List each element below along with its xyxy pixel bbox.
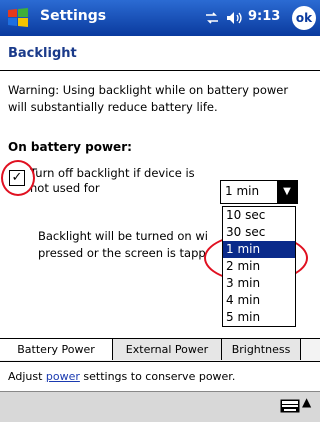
dropdown-arrow-icon[interactable]: ▼: [277, 181, 297, 203]
tab-external-power[interactable]: External Power: [113, 339, 222, 360]
input-menu-arrow-icon[interactable]: ▲: [302, 395, 311, 409]
hint-suffix: settings to conserve power.: [79, 370, 236, 383]
annotation-circle-checkbox: [1, 160, 35, 196]
select-value: 1 min: [225, 184, 260, 198]
dropdown-option[interactable]: 30 sec: [223, 224, 295, 241]
ok-button[interactable]: ok: [292, 6, 316, 30]
keyboard-icon[interactable]: [280, 399, 300, 413]
tab-bar: Battery Power External Power Brightness: [0, 338, 320, 361]
dropdown-option[interactable]: 4 min: [223, 292, 295, 309]
hint-bar: Adjust power settings to conserve power.: [0, 361, 320, 392]
dropdown-option[interactable]: 2 min: [223, 258, 295, 275]
power-link[interactable]: power: [46, 370, 80, 383]
dropdown-option-selected[interactable]: 1 min: [223, 241, 295, 258]
bottom-bar: ▲: [0, 391, 320, 422]
app-title: Settings: [40, 8, 107, 24]
timeout-dropdown-list: 10 sec 30 sec 1 min 2 min 3 min 4 min 5 …: [222, 206, 296, 327]
dropdown-option[interactable]: 10 sec: [223, 207, 295, 224]
connectivity-icon[interactable]: [204, 10, 220, 26]
warning-text: Warning: Using backlight while on batter…: [8, 83, 289, 114]
page-title: Backlight: [8, 46, 77, 61]
dropdown-option[interactable]: 5 min: [223, 309, 295, 326]
clock[interactable]: 9:13: [248, 9, 280, 24]
checkbox-label: Turn off backlight if device is not used…: [30, 166, 195, 195]
timeout-select[interactable]: 1 min ▼: [220, 180, 298, 204]
tab-brightness[interactable]: Brightness: [222, 339, 301, 360]
info-line1-start: Backlight will be turned on wi: [38, 229, 208, 243]
volume-icon[interactable]: [226, 11, 244, 25]
title-bar: Settings 9:13 ok: [0, 0, 320, 36]
tab-battery-power[interactable]: Battery Power: [0, 339, 113, 360]
dropdown-option[interactable]: 3 min: [223, 275, 295, 292]
section-heading: On battery power:: [8, 140, 132, 154]
windows-start-icon[interactable]: [6, 6, 30, 30]
title-divider: [0, 70, 320, 71]
hint-text: Adjust power settings to conserve power.: [8, 362, 235, 392]
info-line2: pressed or the screen is tapp: [38, 246, 206, 260]
hint-prefix: Adjust: [8, 370, 46, 383]
